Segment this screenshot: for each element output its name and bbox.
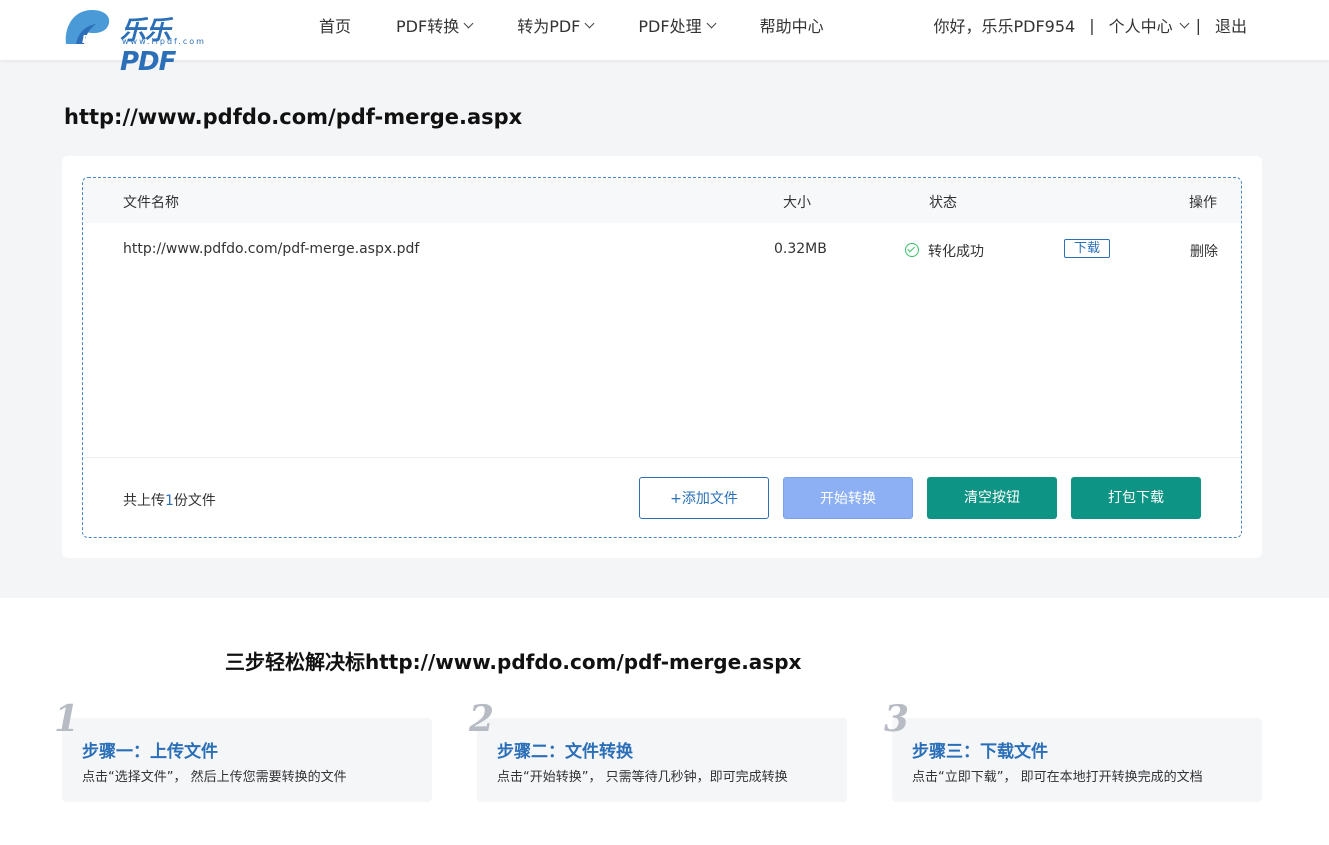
file-name: http://www.pdfdo.com/pdf-merge.aspx.pdf [123, 241, 420, 257]
download-button[interactable]: 下载 [1064, 239, 1110, 258]
step-desc: 点击“立即下载”， 即可在本地打开转换完成的文档 [912, 770, 1203, 785]
main-nav: 首页 PDF转换 转为PDF PDF处理 帮助中心 [319, 0, 869, 50]
col-action-header: 操作 [1189, 195, 1217, 211]
step-title: 步骤三：下载文件 [912, 742, 1048, 762]
nav-home-label: 首页 [319, 17, 352, 36]
check-circle-icon [905, 243, 919, 257]
step-title: 步骤一：上传文件 [82, 742, 218, 762]
col-status-header: 状态 [929, 195, 957, 211]
count-suffix: 份文件 [173, 493, 216, 509]
step-card-1: 1 步骤一：上传文件 点击“选择文件”， 然后上传您需要转换的文件 [54, 698, 432, 802]
file-size: 0.32MB [774, 241, 827, 257]
page-title: http://www.pdfdo.com/pdf-merge.aspx [64, 105, 523, 129]
nav-help-label: 帮助中心 [759, 17, 824, 36]
nav-pdf-convert[interactable]: PDF转换 [396, 13, 474, 37]
logo-subtitle: www.llpdf.com [122, 37, 206, 46]
svg-text:PDF: PDF [82, 33, 107, 46]
separator: | [1089, 15, 1095, 35]
upload-card: 文件名称 大小 状态 操作 http://www.pdfdo.com/pdf-m… [62, 156, 1262, 558]
count-number: 1 [165, 493, 174, 509]
nav-pdf-process[interactable]: PDF处理 [638, 13, 717, 37]
chevron-down-icon [463, 18, 474, 28]
upload-count: 共上传1份文件 [123, 490, 216, 510]
chevron-down-icon [706, 18, 717, 28]
nav-pdf-convert-label: PDF转换 [396, 17, 460, 36]
table-row: http://www.pdfdo.com/pdf-merge.aspx.pdf … [83, 228, 1241, 268]
count-prefix: 共上传 [123, 493, 165, 509]
step-number: 1 [54, 698, 80, 740]
user-area: 你好，乐乐PDF954 | 个人中心 | 退出 [933, 0, 1247, 50]
step-number: 3 [884, 698, 910, 740]
add-file-button[interactable]: +添加文件 [639, 477, 769, 519]
pack-download-button[interactable]: 打包下载 [1071, 477, 1201, 519]
col-size-header: 大小 [783, 195, 811, 211]
nav-pdf-process-label: PDF处理 [638, 17, 702, 36]
user-center-link[interactable]: 个人中心 [1109, 13, 1173, 37]
upload-dropzone[interactable]: 文件名称 大小 状态 操作 http://www.pdfdo.com/pdf-m… [82, 177, 1242, 538]
logo-mark-icon: PDF [65, 10, 110, 46]
step-card-3: 3 步骤三：下载文件 点击“立即下载”， 即可在本地打开转换完成的文档 [884, 698, 1262, 802]
nav-to-pdf[interactable]: 转为PDF [517, 13, 595, 37]
step-title: 步骤二：文件转换 [497, 742, 633, 762]
separator: | [1195, 15, 1201, 35]
step-desc: 点击“开始转换”， 只需等待几秒钟，即可完成转换 [497, 770, 788, 785]
user-greeting: 你好，乐乐PDF954 [933, 17, 1076, 36]
steps-title: 三步轻松解决标http://www.pdfdo.com/pdf-merge.as… [225, 650, 802, 674]
delete-link[interactable]: 删除 [1190, 241, 1218, 261]
clear-button[interactable]: 清空按钮 [927, 477, 1057, 519]
step-card-2: 2 步骤二：文件转换 点击“开始转换”， 只需等待几秒钟，即可完成转换 [469, 698, 847, 802]
top-header: PDF 乐乐PDF www.llpdf.com 首页 PDF转换 转为PDF P… [0, 0, 1329, 77]
divider [83, 457, 1241, 458]
col-name-header: 文件名称 [123, 195, 179, 211]
file-status: 转化成功 [928, 244, 984, 260]
site-logo[interactable]: PDF 乐乐PDF www.llpdf.com [62, 6, 222, 77]
nav-help[interactable]: 帮助中心 [760, 13, 824, 37]
nav-home[interactable]: 首页 [319, 13, 351, 37]
start-convert-button[interactable]: 开始转换 [783, 477, 913, 519]
step-desc: 点击“选择文件”， 然后上传您需要转换的文件 [82, 770, 347, 785]
step-number: 2 [469, 698, 495, 740]
nav-to-pdf-label: 转为PDF [517, 17, 581, 36]
logout-link[interactable]: 退出 [1215, 13, 1247, 37]
chevron-down-icon [584, 18, 595, 28]
table-header: 文件名称 大小 状态 操作 [83, 178, 1241, 223]
chevron-down-icon[interactable] [1179, 18, 1190, 28]
